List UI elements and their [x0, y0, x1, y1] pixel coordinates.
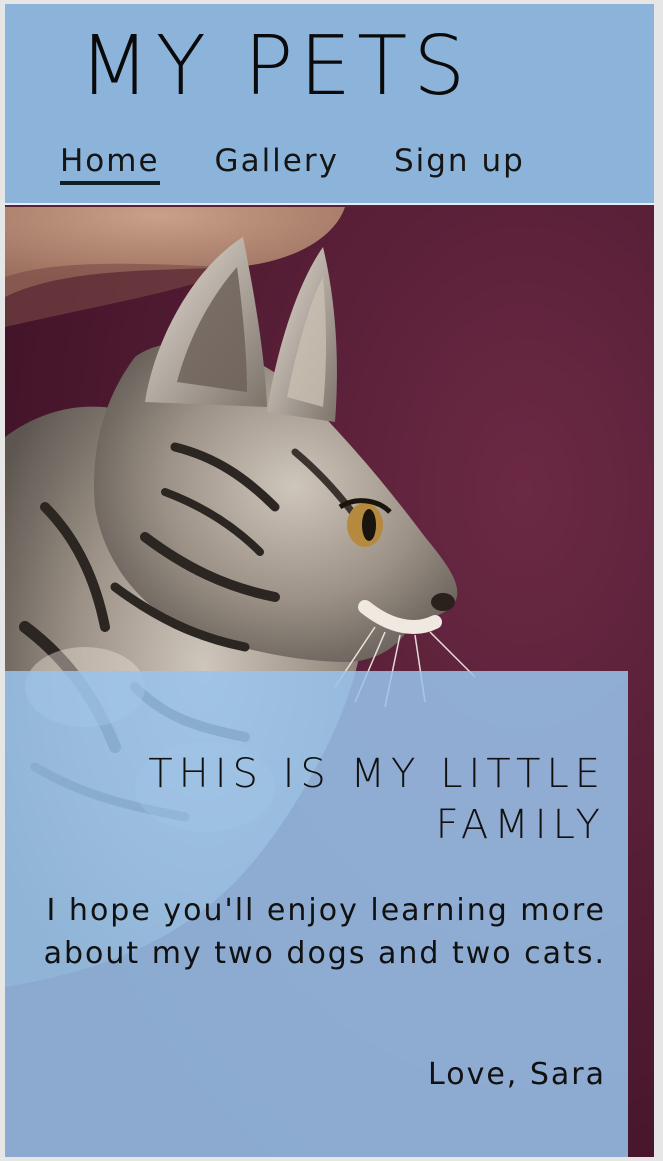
- intro-card: THIS IS MY LITTLE FAMILY I hope you'll e…: [5, 671, 628, 1157]
- site-header: MY PETS Home Gallery Sign up: [5, 4, 654, 205]
- page-frame: MY PETS Home Gallery Sign up THIS IS MY …: [5, 4, 654, 1157]
- card-signature: Love, Sara: [428, 1057, 606, 1092]
- main-nav: Home Gallery Sign up: [60, 144, 525, 186]
- nav-signup-link[interactable]: Sign up: [394, 144, 525, 185]
- nav-home-link[interactable]: Home: [60, 144, 160, 186]
- card-body-text: I hope you'll enjoy learning more about …: [43, 893, 606, 971]
- nav-gallery-link[interactable]: Gallery: [215, 144, 339, 185]
- card-title: THIS IS MY LITTLE FAMILY: [148, 751, 606, 848]
- site-title: MY PETS: [79, 19, 472, 114]
